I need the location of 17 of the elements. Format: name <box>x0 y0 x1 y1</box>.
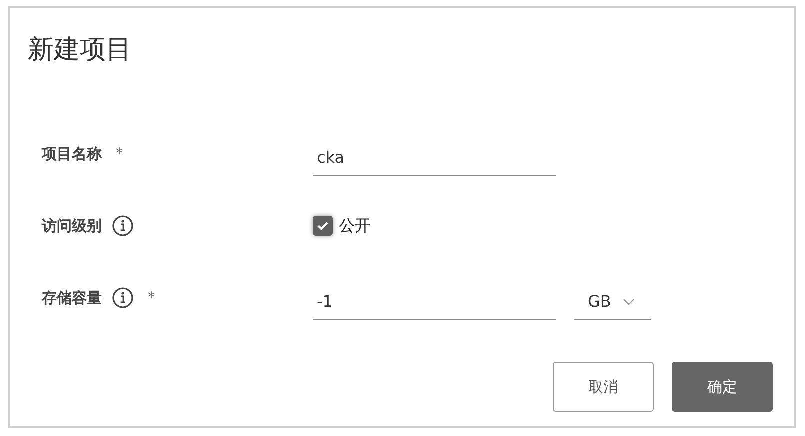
required-mark: * <box>148 290 155 306</box>
dialog-title: 新建项目 <box>28 34 133 67</box>
checkbox-label: 公开 <box>339 216 371 236</box>
chevron-down-icon <box>623 298 636 306</box>
field-label: 项目名称 <box>42 144 102 164</box>
unit-select[interactable]: GB <box>574 288 651 320</box>
info-icon[interactable] <box>112 215 134 237</box>
required-mark: * <box>116 146 123 162</box>
input-field[interactable]: -1 <box>313 288 556 320</box>
input-field[interactable]: cka <box>313 144 556 176</box>
confirm-button[interactable]: 确定 <box>672 362 773 412</box>
info-icon[interactable] <box>112 287 134 309</box>
field-label: 访问级别 <box>42 216 102 236</box>
cancel-button[interactable]: 取消 <box>553 362 654 412</box>
checkbox[interactable] <box>313 216 333 236</box>
check-icon <box>317 221 329 231</box>
field-label: 存储容量 <box>42 288 102 308</box>
